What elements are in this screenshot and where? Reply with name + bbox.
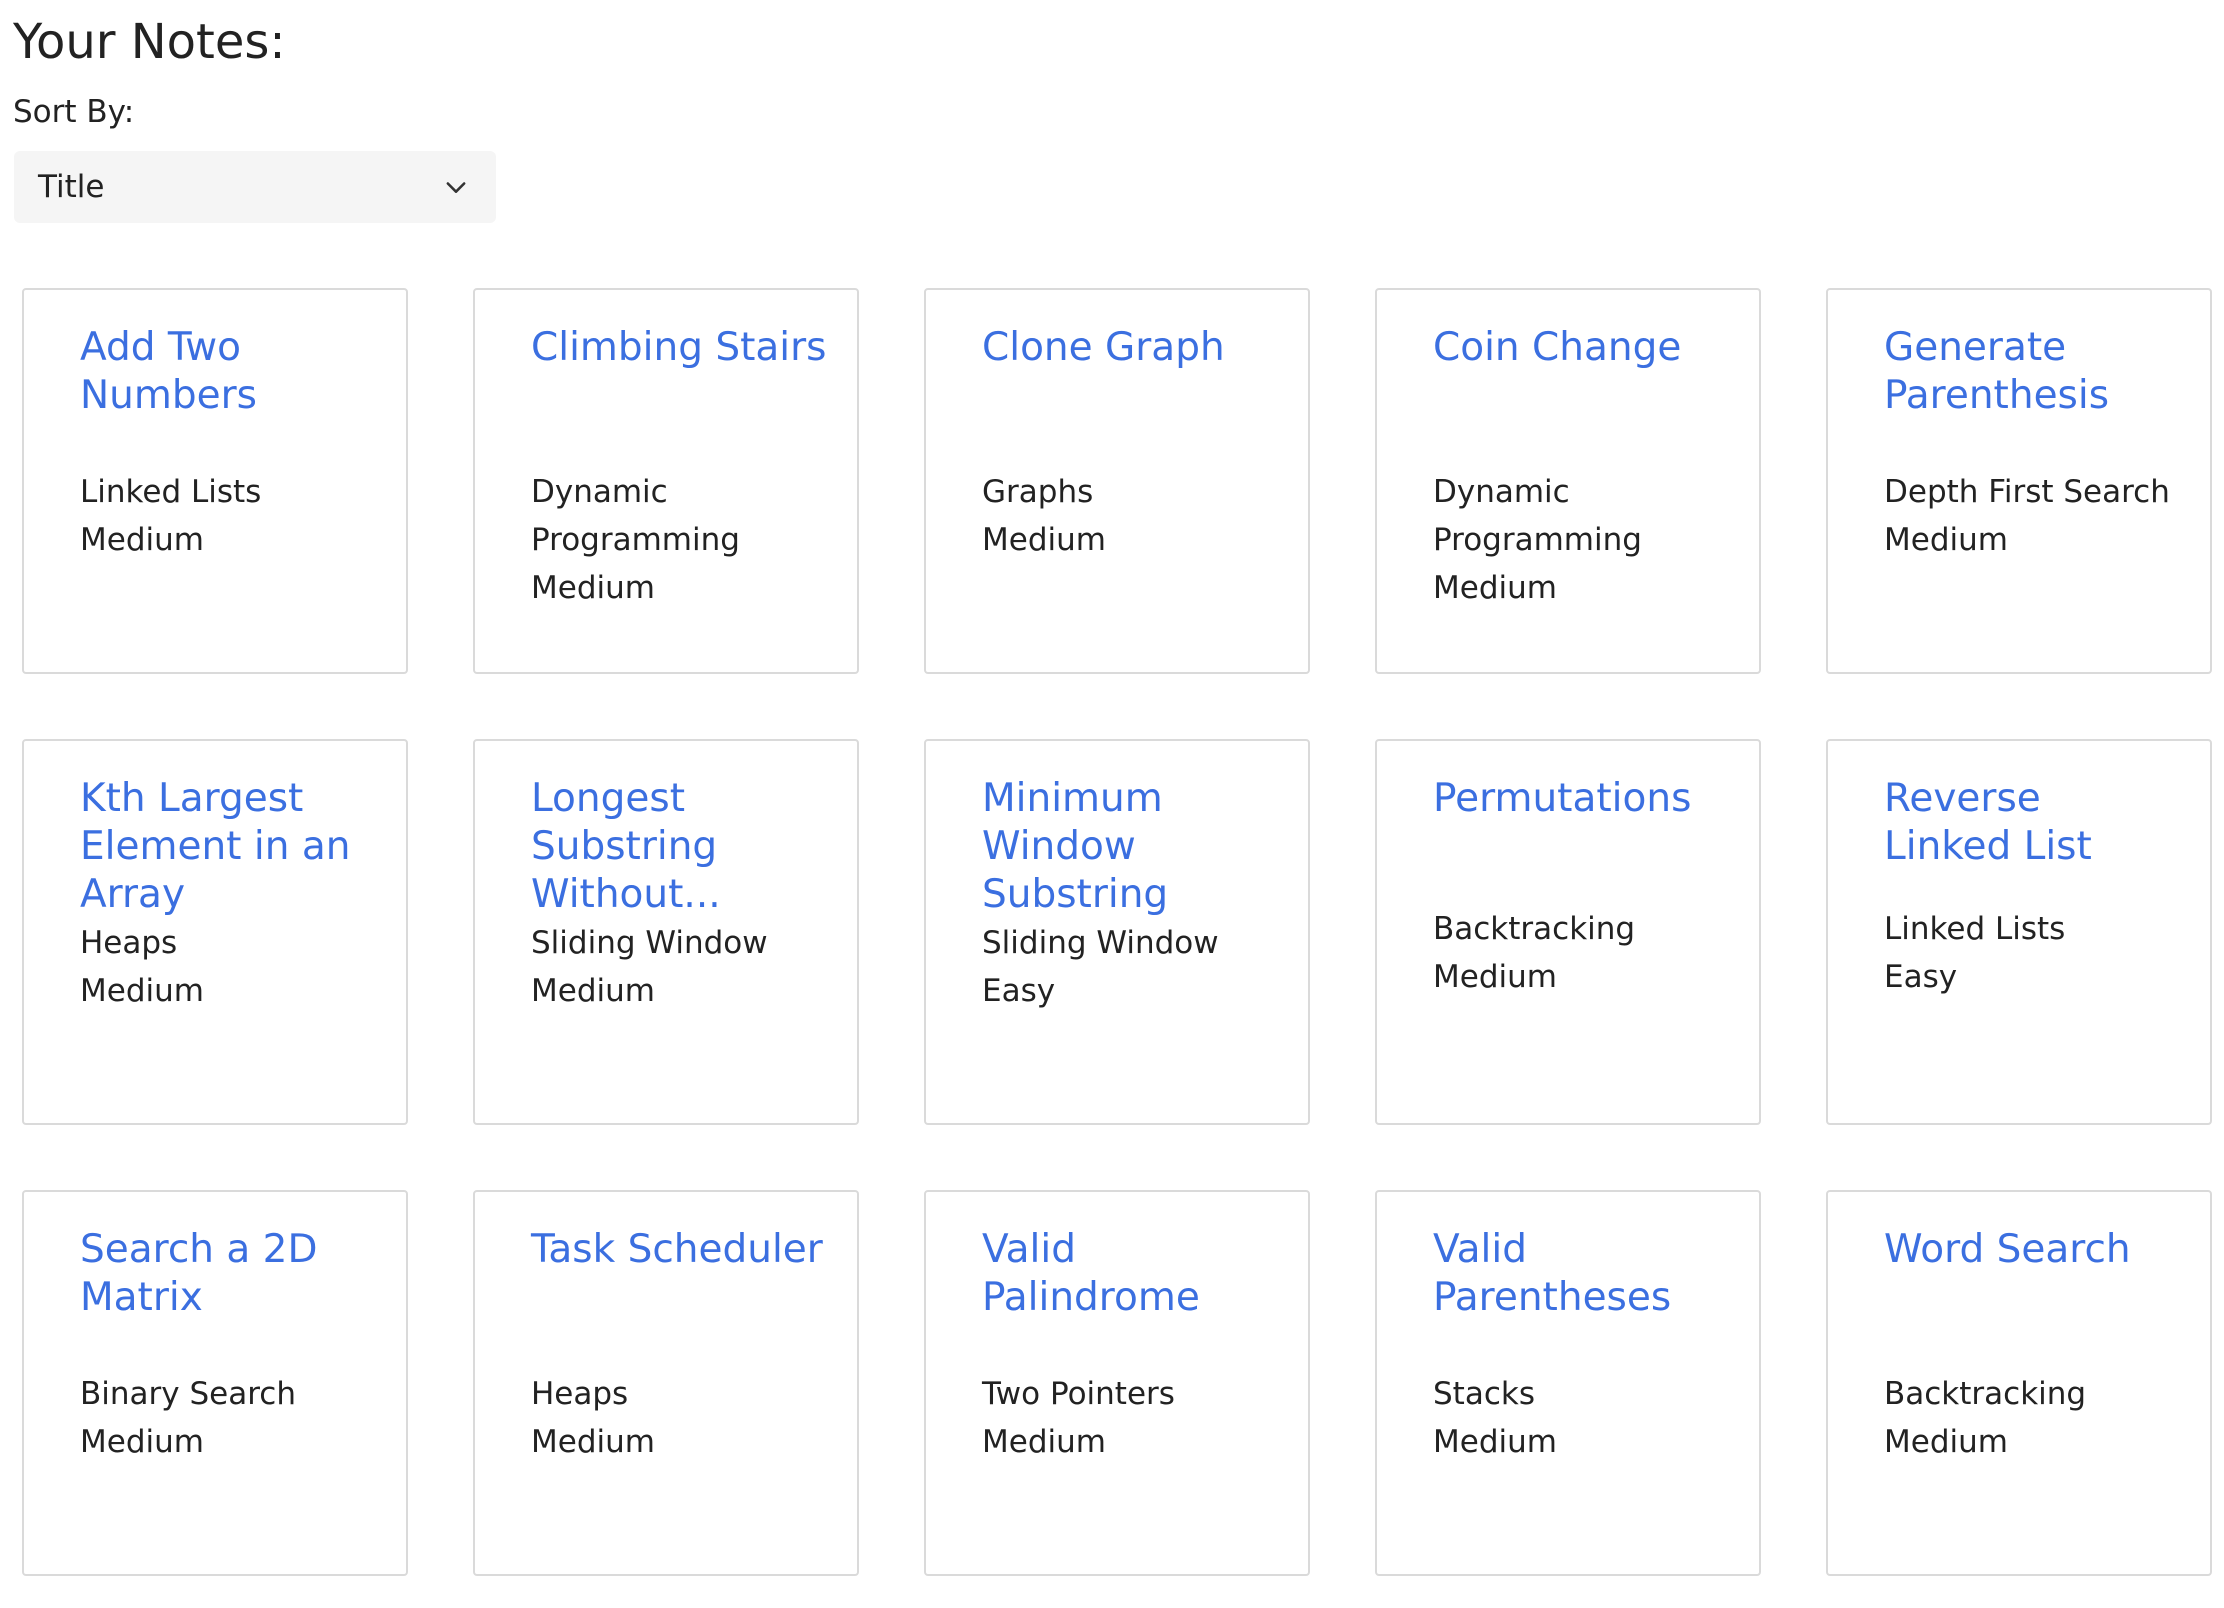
- note-card[interactable]: Minimum Window Substring Sliding Window …: [924, 739, 1310, 1125]
- note-title-link[interactable]: Add Two Numbers: [80, 324, 376, 468]
- note-title-link[interactable]: Clone Graph: [982, 324, 1278, 468]
- note-title-link[interactable]: Climbing Stairs: [531, 324, 827, 468]
- note-category: Two Pointers: [982, 1376, 1175, 1412]
- note-category: Graphs: [982, 474, 1094, 510]
- note-card[interactable]: Task Scheduler Heaps Medium: [473, 1190, 859, 1576]
- note-difficulty: Medium: [531, 973, 655, 1009]
- note-difficulty: Easy: [1884, 959, 1958, 995]
- note-difficulty: Medium: [80, 522, 204, 558]
- note-difficulty: Medium: [1884, 1424, 2008, 1460]
- note-card[interactable]: Kth Largest Element in an Array Heaps Me…: [22, 739, 408, 1125]
- note-category: Depth First Search: [1884, 474, 2170, 510]
- note-card[interactable]: Clone Graph Graphs Medium: [924, 288, 1310, 674]
- note-title-link[interactable]: Generate Parenthesis: [1884, 324, 2180, 468]
- note-difficulty: Medium: [982, 522, 1106, 558]
- notes-grid: Add Two Numbers Linked Lists Medium Clim…: [22, 288, 2212, 1576]
- note-difficulty: Medium: [531, 1424, 655, 1460]
- note-title-link[interactable]: Task Scheduler: [531, 1226, 827, 1370]
- note-category: Dynamic Programming: [531, 474, 740, 558]
- note-category: Backtracking: [1884, 1376, 2087, 1412]
- note-difficulty: Medium: [1433, 959, 1557, 995]
- note-category: Dynamic Programming: [1433, 474, 1642, 558]
- page-title: Your Notes:: [13, 14, 286, 70]
- note-category: Heaps: [531, 1376, 629, 1412]
- note-card[interactable]: Permutations Backtracking Medium: [1375, 739, 1761, 1125]
- note-card[interactable]: Climbing Stairs Dynamic Programming Medi…: [473, 288, 859, 674]
- note-card[interactable]: Reverse Linked List Linked Lists Easy: [1826, 739, 2212, 1125]
- note-card[interactable]: Generate Parenthesis Depth First Search …: [1826, 288, 2212, 674]
- note-category: Heaps: [80, 925, 178, 961]
- note-difficulty: Medium: [1433, 1424, 1557, 1460]
- note-card[interactable]: Search a 2D Matrix Binary Search Medium: [22, 1190, 408, 1576]
- note-category: Stacks: [1433, 1376, 1535, 1412]
- note-title-link[interactable]: Longest Substring Without...: [531, 775, 827, 919]
- note-card[interactable]: Valid Parentheses Stacks Medium: [1375, 1190, 1761, 1576]
- note-category: Binary Search: [80, 1376, 296, 1412]
- note-title-link[interactable]: Search a 2D Matrix: [80, 1226, 376, 1370]
- note-difficulty: Medium: [1884, 522, 2008, 558]
- note-difficulty: Easy: [982, 973, 1056, 1009]
- sort-select[interactable]: Title: [14, 151, 496, 223]
- chevron-down-icon: [446, 182, 466, 193]
- note-difficulty: Medium: [80, 973, 204, 1009]
- note-difficulty: Medium: [982, 1424, 1106, 1460]
- note-difficulty: Medium: [1433, 570, 1557, 606]
- note-title-link[interactable]: Valid Palindrome: [982, 1226, 1278, 1370]
- note-title-link[interactable]: Kth Largest Element in an Array: [80, 775, 376, 919]
- note-card[interactable]: Add Two Numbers Linked Lists Medium: [22, 288, 408, 674]
- note-title-link[interactable]: Permutations: [1433, 775, 1729, 905]
- note-difficulty: Medium: [80, 1424, 204, 1460]
- note-category: Sliding Window: [982, 925, 1219, 961]
- sort-by-label: Sort By:: [13, 94, 135, 130]
- note-card[interactable]: Valid Palindrome Two Pointers Medium: [924, 1190, 1310, 1576]
- note-card[interactable]: Longest Substring Without... Sliding Win…: [473, 739, 859, 1125]
- note-difficulty: Medium: [531, 570, 655, 606]
- note-title-link[interactable]: Reverse Linked List: [1884, 775, 2180, 905]
- note-category: Sliding Window: [531, 925, 768, 961]
- note-card[interactable]: Word Search Backtracking Medium: [1826, 1190, 2212, 1576]
- note-category: Backtracking: [1433, 911, 1636, 947]
- note-category: Linked Lists: [1884, 911, 2066, 947]
- note-category: Linked Lists: [80, 474, 262, 510]
- note-title-link[interactable]: Word Search: [1884, 1226, 2180, 1370]
- note-title-link[interactable]: Minimum Window Substring: [982, 775, 1278, 919]
- note-title-link[interactable]: Coin Change: [1433, 324, 1729, 468]
- note-title-link[interactable]: Valid Parentheses: [1433, 1226, 1729, 1370]
- note-card[interactable]: Coin Change Dynamic Programming Medium: [1375, 288, 1761, 674]
- sort-select-value: Title: [38, 169, 105, 205]
